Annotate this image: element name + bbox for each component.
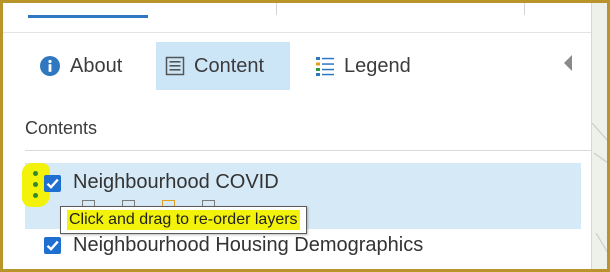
tab-legend[interactable]: Legend <box>315 42 411 90</box>
tab-legend-label: Legend <box>344 54 411 77</box>
details-panel: About Content Legend Contents Neighbourh… <box>3 3 591 272</box>
tab-content-label: Content <box>194 54 265 77</box>
tab-about-label: About <box>70 54 123 77</box>
drag-handle-icon[interactable] <box>32 171 40 199</box>
active-top-tab-indicator[interactable] <box>28 15 148 18</box>
toolbar-divider <box>276 3 277 15</box>
section-divider <box>25 150 591 151</box>
tab-content[interactable]: Content <box>156 42 290 90</box>
tooltip-text: Click and drag to re-order layers <box>67 210 300 230</box>
toolbar-divider <box>524 3 525 15</box>
top-toolbar <box>3 3 591 33</box>
tab-about[interactable]: About <box>39 42 122 90</box>
layer-name[interactable]: Neighbourhood COVID <box>73 171 279 194</box>
layer-visibility-checkbox[interactable] <box>44 175 61 192</box>
content-list-icon <box>165 56 185 76</box>
contents-heading: Contents <box>25 118 98 138</box>
layer-visibility-checkbox[interactable] <box>44 237 61 254</box>
panel-tabs: About Content Legend <box>3 40 591 92</box>
legend-list-icon <box>315 55 335 77</box>
collapse-left-arrow-icon[interactable] <box>564 55 572 71</box>
layer-name[interactable]: Neighbourhood Housing Demographics <box>73 234 423 257</box>
info-icon <box>39 55 61 77</box>
tooltip: Click and drag to re-order layers <box>60 206 307 234</box>
map-view-edge[interactable] <box>591 3 608 272</box>
